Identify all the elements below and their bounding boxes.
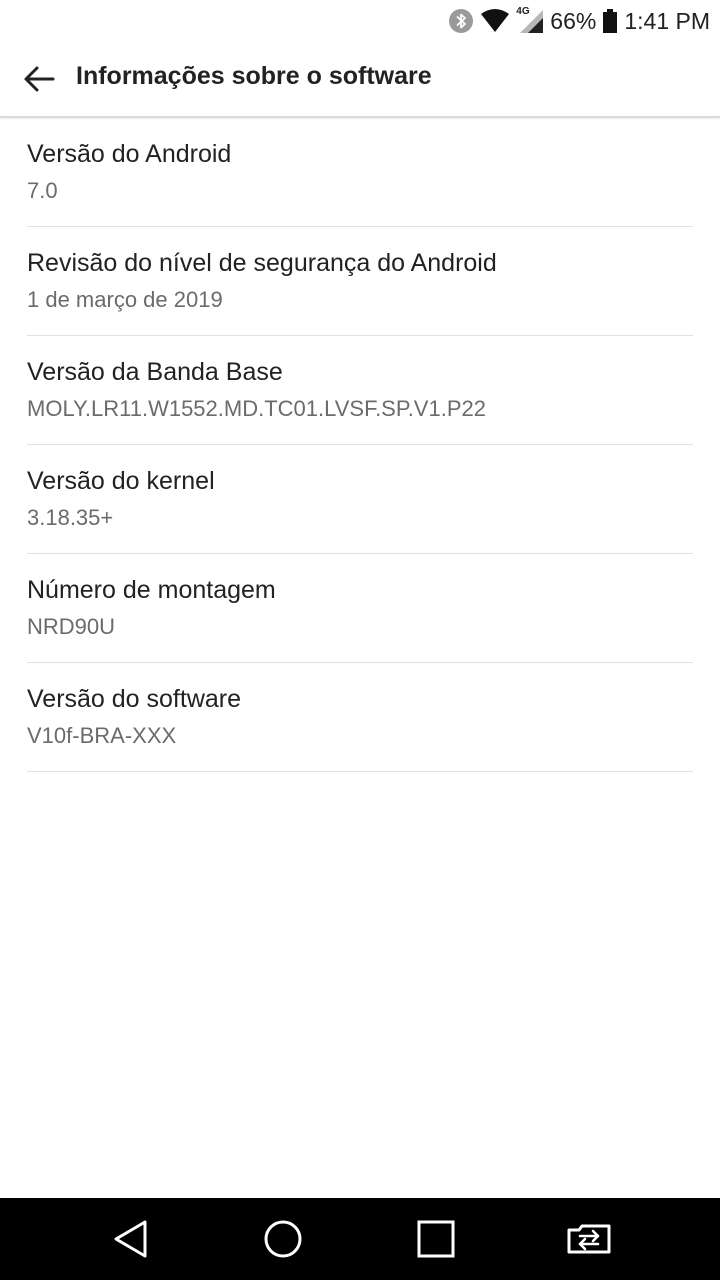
list-item-android-version[interactable]: Versão do Android 7.0 — [27, 118, 693, 227]
item-value: MOLY.LR11.W1552.MD.TC01.LVSF.SP.V1.P22 — [27, 396, 486, 421]
status-icons: 4G 66% 1:41 PM — [448, 0, 710, 42]
list-item-baseband-version[interactable]: Versão da Banda Base MOLY.LR11.W1552.MD.… — [27, 336, 693, 445]
item-title: Versão do Android — [27, 140, 232, 168]
nav-home-button[interactable] — [260, 1216, 306, 1262]
page-title: Informações sobre o software — [76, 62, 432, 90]
recents-square-icon — [417, 1220, 455, 1258]
list-item-software-version[interactable]: Versão do software V10f-BRA-XXX — [27, 663, 693, 772]
item-value: 1 de março de 2019 — [27, 287, 223, 312]
list-item-kernel-version[interactable]: Versão do kernel 3.18.35+ — [27, 445, 693, 554]
item-value: 3.18.35+ — [27, 505, 114, 530]
list-item-security-patch[interactable]: Revisão do nível de segurança do Android… — [27, 227, 693, 336]
signal-indicator: 4G — [516, 6, 544, 34]
item-title: Número de montagem — [27, 576, 276, 604]
signal-icon — [520, 10, 544, 33]
item-title: Revisão do nível de segurança do Android — [27, 249, 497, 277]
battery-icon — [603, 9, 618, 33]
item-title: Versão do kernel — [27, 467, 215, 495]
navigation-bar — [0, 1198, 720, 1280]
back-triangle-icon — [114, 1220, 147, 1258]
item-value: NRD90U — [27, 614, 116, 639]
battery-percent: 66% — [550, 7, 597, 34]
back-button[interactable] — [20, 60, 58, 98]
status-bar: 4G 66% 1:41 PM — [0, 0, 720, 42]
nav-dual-window-button[interactable] — [566, 1216, 612, 1262]
list-item-build-number[interactable]: Número de montagem NRD90U — [27, 554, 693, 663]
software-info-list: Versão do Android 7.0 Revisão do nível d… — [0, 118, 720, 772]
nav-recents-button[interactable] — [413, 1216, 459, 1262]
app-bar: Informações sobre o software — [0, 42, 720, 118]
item-title: Versão do software — [27, 685, 242, 713]
item-value: 7.0 — [27, 178, 58, 203]
wifi-icon — [481, 9, 510, 32]
item-title: Versão da Banda Base — [27, 358, 283, 386]
item-value: V10f-BRA-XXX — [27, 723, 177, 748]
home-circle-icon — [264, 1220, 302, 1258]
dual-window-icon — [567, 1224, 611, 1254]
clock: 1:41 PM — [624, 7, 710, 34]
nav-back-button[interactable] — [108, 1216, 154, 1262]
bluetooth-icon — [449, 9, 474, 33]
back-arrow-icon — [24, 66, 55, 92]
